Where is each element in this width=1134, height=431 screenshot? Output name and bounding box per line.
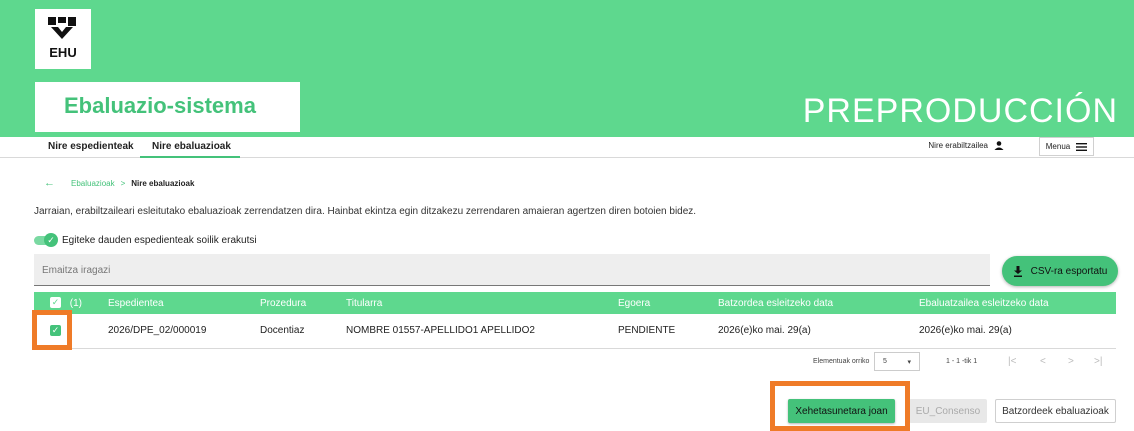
page-description: Jarraian, erabiltzaileari esleitutako eb… <box>34 206 697 217</box>
col-egoera[interactable]: Egoera <box>618 292 718 314</box>
next-page-icon[interactable]: > <box>1068 356 1074 367</box>
select-all-checkbox[interactable]: ✓ <box>50 297 61 309</box>
top-nav: Nire espedienteak Nire ebaluazioak Nire … <box>0 137 1134 158</box>
col-espedientea[interactable]: Espedientea <box>108 292 260 314</box>
app-header: EHU Ebaluazio-sistema PREPRODUCCIÓN <box>0 0 1134 137</box>
filter-placeholder: Emaitza iragazi <box>42 265 111 276</box>
col-ebaluatzailea-data[interactable]: Ebaluatzailea esleitzeko data <box>919 292 1116 314</box>
page-range: 1 - 1 -tik 1 <box>946 358 978 365</box>
last-page-icon[interactable]: >| <box>1094 356 1102 367</box>
breadcrumb: ← Ebaluazioak > Nire ebaluazioak <box>44 177 194 189</box>
first-page-icon[interactable]: |< <box>1008 356 1016 367</box>
committee-evaluations-button[interactable]: Batzordeek ebaluazioak <box>995 399 1116 423</box>
table-row[interactable]: ✓ 2026/DPE_02/000019 Docentiaz NOMBRE 01… <box>34 314 1116 348</box>
user-button[interactable]: Nire erabiltzailea <box>928 141 1004 150</box>
page-size-label: Elementuak orriko <box>813 358 870 365</box>
prev-page-icon[interactable]: < <box>1040 356 1046 367</box>
environment-label: PREPRODUCCIÓN <box>802 92 1118 130</box>
user-icon <box>994 141 1004 150</box>
details-button-highlight <box>770 381 910 431</box>
cell-prozedura: Docentiaz <box>260 325 305 337</box>
active-tab-indicator <box>140 156 240 158</box>
selected-count: (1) <box>69 297 83 309</box>
toggle-label: Egiteke dauden espedienteak soilik eraku… <box>62 235 257 246</box>
ehu-logo[interactable]: EHU <box>35 9 91 69</box>
check-icon: ✓ <box>44 233 58 247</box>
back-arrow-icon[interactable]: ← <box>44 177 55 189</box>
ehu-logo-mark <box>48 17 76 39</box>
page-size-value: 5 <box>883 358 887 365</box>
tab-nire-espedienteak[interactable]: Nire espedienteak <box>48 141 134 152</box>
filter-input[interactable]: Emaitza iragazi <box>34 254 990 286</box>
page-size-select[interactable]: 5 ▾ <box>874 352 920 371</box>
menu-label: Menua <box>1045 142 1071 151</box>
cell-egoera: PENDIENTE <box>618 325 676 337</box>
col-batzordea-data[interactable]: Batzordea esleitzeko data <box>718 292 919 314</box>
breadcrumb-separator: > <box>120 178 126 188</box>
toggle-switch[interactable]: ✓ <box>34 233 58 247</box>
row-checkbox-highlight <box>32 310 72 350</box>
paginator: Elementuak orriko 5 ▾ 1 - 1 -tik 1 |< < … <box>0 350 1134 374</box>
user-label: Nire erabiltzailea <box>928 141 988 150</box>
csv-export-label: CSV-ra esportatu <box>1030 265 1108 277</box>
col-titularra[interactable]: Titularra <box>346 292 618 314</box>
app-title: Ebaluazio-sistema <box>64 93 256 118</box>
evaluations-table: ✓ (1) Espedientea Prozedura Titularra Eg… <box>34 292 1116 349</box>
download-icon <box>1013 265 1022 277</box>
cell-ebaluatzailea-data: 2026(e)ko mai. 29(a) <box>919 325 1012 337</box>
cell-batzordea-data: 2026(e)ko mai. 29(a) <box>718 325 811 337</box>
tab-nire-ebaluazioak[interactable]: Nire ebaluazioak <box>152 141 231 152</box>
breadcrumb-link[interactable]: Ebaluazioak <box>71 179 115 188</box>
pending-only-toggle[interactable]: ✓ Egiteke dauden espedienteak soilik era… <box>34 233 257 247</box>
hamburger-icon <box>1076 142 1088 151</box>
cell-titularra: NOMBRE 01557-APELLIDO1 APELLIDO2 <box>346 325 535 337</box>
menu-button[interactable]: Menua <box>1039 137 1094 156</box>
col-prozedura[interactable]: Prozedura <box>260 292 346 314</box>
breadcrumb-current: Nire ebaluazioak <box>131 178 195 188</box>
csv-export-button[interactable]: CSV-ra esportatu <box>1002 256 1118 286</box>
logo-text: EHU <box>49 45 77 60</box>
eu-consenso-button[interactable]: EU_Consenso <box>909 399 987 423</box>
chevron-down-icon: ▾ <box>907 358 911 366</box>
table-header-row: ✓ (1) Espedientea Prozedura Titularra Eg… <box>34 292 1116 314</box>
cell-espedientea: 2026/DPE_02/000019 <box>108 325 207 337</box>
